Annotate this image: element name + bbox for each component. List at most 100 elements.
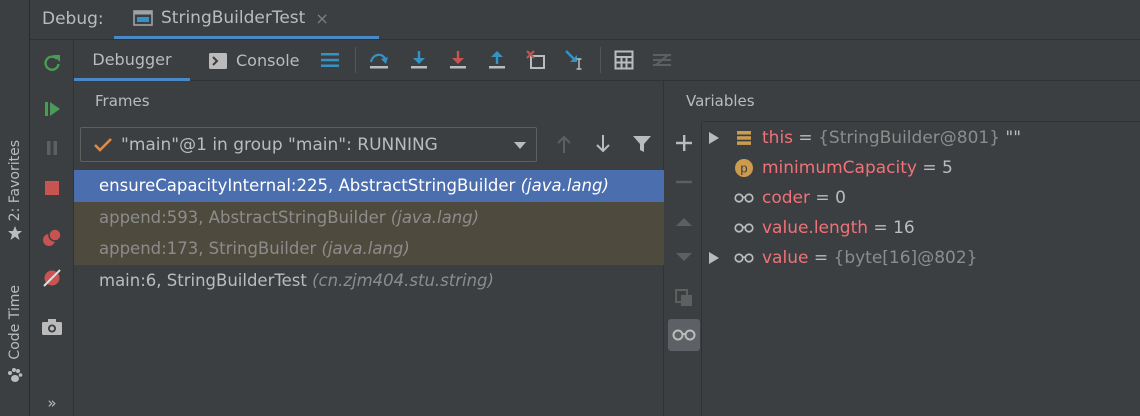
- filter-frames-button[interactable]: [631, 133, 653, 155]
- duplicate-watch-button[interactable]: [672, 286, 696, 310]
- thread-selector-value: "main"@1 in group "main": RUNNING: [121, 134, 438, 155]
- session-tab-label: StringBuilderTest: [161, 8, 306, 28]
- tab-debugger[interactable]: Debugger: [74, 40, 190, 81]
- variable-row[interactable]: value.length = 16: [702, 213, 1140, 243]
- stop-icon: [45, 181, 59, 195]
- plus-icon: [676, 135, 692, 151]
- previous-frame-button[interactable]: [553, 133, 575, 155]
- variable-name: coder: [762, 188, 810, 208]
- code-time-label: Code Time: [7, 285, 23, 360]
- mute-breakpoints-icon: [43, 269, 61, 287]
- left-tool-strip: 2: Favorites Code Time: [0, 0, 30, 416]
- variable-name: value: [762, 248, 809, 268]
- evaluate-expression-button[interactable]: [613, 49, 635, 71]
- step-into-button[interactable]: [408, 49, 430, 71]
- triangle-up-icon: [676, 218, 692, 226]
- favorites-label: 2: Favorites: [7, 140, 23, 222]
- console-icon: [209, 52, 227, 69]
- rerun-button[interactable]: [41, 52, 63, 74]
- stop-button[interactable]: [41, 177, 63, 199]
- layout-menu-button[interactable]: [319, 49, 341, 71]
- debug-header: Debug: StringBuilderTest ×: [30, 0, 1140, 40]
- camera-icon: [42, 319, 62, 335]
- move-watch-down-button[interactable]: [672, 246, 696, 270]
- variable-row[interactable]: this = {StringBuilder@801} "": [702, 123, 1140, 153]
- variable-row[interactable]: coder = 0: [702, 183, 1140, 213]
- remove-watch-button[interactable]: [672, 170, 696, 194]
- resume-icon: [45, 102, 60, 116]
- paw-icon: [8, 367, 23, 382]
- tab-console[interactable]: Console: [208, 40, 300, 81]
- toolbar-separator: [600, 47, 601, 73]
- tab-console-label: Console: [236, 51, 300, 70]
- copy-icon: [675, 289, 692, 306]
- variable-name: minimumCapacity: [762, 158, 917, 178]
- frames-title: Frames: [95, 92, 150, 110]
- field-stack-icon: [734, 128, 754, 148]
- hamburger-icon: [321, 53, 339, 67]
- new-watch-button[interactable]: [672, 131, 696, 155]
- step-out-icon: [489, 51, 505, 69]
- variable-name: this: [762, 128, 794, 148]
- arrow-down-icon: [596, 135, 610, 153]
- variable-row[interactable]: p minimumCapacity = 5: [702, 153, 1140, 183]
- watch-glasses-icon: [734, 218, 754, 238]
- close-tab-icon[interactable]: ×: [315, 9, 328, 28]
- more-actions-button[interactable]: »: [41, 392, 63, 414]
- run-to-cursor-button[interactable]: [564, 49, 586, 71]
- force-step-into-button[interactable]: [447, 49, 469, 71]
- screenshot-button[interactable]: [41, 316, 63, 338]
- run-to-cursor-icon: [565, 50, 582, 70]
- variable-name: value.length: [762, 218, 869, 238]
- mute-breakpoints-button[interactable]: [41, 267, 63, 289]
- frame-row[interactable]: main:6, StringBuilderTest (cn.zjm404.stu…: [74, 265, 664, 297]
- arrow-up-icon: [557, 135, 571, 153]
- force-step-into-icon: [450, 51, 466, 69]
- resume-button[interactable]: [41, 98, 63, 120]
- step-over-button[interactable]: [368, 49, 390, 71]
- variables-pane: Variables this = {StringBuilder@801} "" …: [665, 81, 1140, 416]
- next-frame-button[interactable]: [592, 133, 614, 155]
- run-config-icon: [133, 10, 153, 26]
- calculator-icon: [614, 50, 634, 70]
- session-tab[interactable]: StringBuilderTest ×: [114, 0, 379, 39]
- frame-row[interactable]: append:173, StringBuilder (java.lang): [74, 233, 664, 265]
- step-over-icon: [369, 53, 388, 69]
- drop-frame-button[interactable]: [525, 49, 547, 71]
- stream-trace-icon: [653, 54, 671, 66]
- frames-pane: Frames "main"@1 in group "main": RUNNING…: [74, 81, 664, 416]
- code-time-tool-tab[interactable]: Code Time: [2, 285, 28, 384]
- debug-actions-column: »: [30, 40, 74, 416]
- favorites-tool-tab[interactable]: 2: Favorites: [2, 140, 28, 241]
- drop-frame-icon: [526, 50, 545, 69]
- move-watch-up-button[interactable]: [672, 209, 696, 233]
- expand-arrow-icon[interactable]: [708, 131, 720, 145]
- view-breakpoints-button[interactable]: [41, 227, 63, 249]
- glasses-icon: [672, 329, 696, 341]
- watch-glasses-icon: [734, 188, 754, 208]
- divider: [702, 121, 1140, 122]
- star-icon: [8, 226, 22, 241]
- frame-row[interactable]: append:593, AbstractStringBuilder (java.…: [74, 201, 664, 233]
- svg-text:p: p: [740, 161, 747, 176]
- filter-icon: [633, 136, 651, 152]
- show-watches-toggle[interactable]: [668, 319, 700, 351]
- variable-value: 16: [893, 218, 915, 238]
- rerun-icon: [44, 55, 60, 71]
- expand-arrow-icon[interactable]: [708, 251, 720, 265]
- variable-row[interactable]: value = {byte[16]@802}: [702, 243, 1140, 273]
- debug-label: Debug:: [42, 9, 104, 29]
- watch-glasses-icon: [734, 248, 754, 268]
- chevron-down-icon: [514, 142, 526, 149]
- pause-button[interactable]: [41, 137, 63, 159]
- breakpoints-icon: [43, 228, 62, 246]
- frame-row[interactable]: ensureCapacityInternal:225, AbstractStri…: [74, 170, 664, 202]
- step-out-button[interactable]: [486, 49, 508, 71]
- tab-debugger-label: Debugger: [92, 49, 172, 69]
- trace-current-stream-button[interactable]: [651, 49, 673, 71]
- pause-icon: [47, 141, 57, 155]
- variables-tools: [665, 122, 702, 416]
- thread-selector[interactable]: "main"@1 in group "main": RUNNING: [80, 127, 537, 162]
- variable-list: this = {StringBuilder@801} "" p minimumC…: [702, 123, 1140, 273]
- checkmark-icon: [94, 137, 112, 152]
